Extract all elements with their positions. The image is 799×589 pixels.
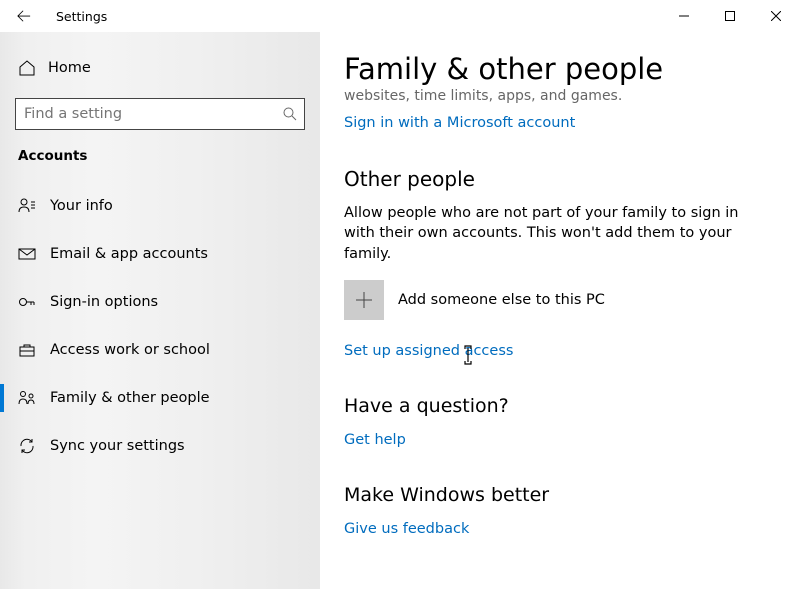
sidebar-item-email[interactable]: Email & app accounts bbox=[0, 230, 320, 278]
search-input[interactable] bbox=[15, 98, 305, 130]
page-title: Family & other people bbox=[344, 52, 759, 86]
sidebar-item-label: Access work or school bbox=[50, 342, 210, 358]
sidebar: Home Accounts Your info Email & app acco… bbox=[0, 32, 320, 589]
question-heading: Have a question? bbox=[344, 395, 759, 417]
category-label: Accounts bbox=[0, 148, 320, 164]
other-people-heading: Other people bbox=[344, 167, 759, 191]
assigned-access-link[interactable]: Set up assigned access bbox=[344, 343, 513, 359]
sidebar-item-label: Sign-in options bbox=[50, 294, 158, 310]
sidebar-item-label: Your info bbox=[50, 198, 113, 214]
sidebar-item-label: Family & other people bbox=[50, 390, 210, 406]
person-icon bbox=[18, 197, 36, 215]
sidebar-item-your-info[interactable]: Your info bbox=[0, 182, 320, 230]
sidebar-item-sync[interactable]: Sync your settings bbox=[0, 422, 320, 470]
plus-icon bbox=[344, 280, 384, 320]
sidebar-item-work-school[interactable]: Access work or school bbox=[0, 326, 320, 374]
close-icon bbox=[771, 11, 781, 21]
sidebar-item-signin[interactable]: Sign-in options bbox=[0, 278, 320, 326]
home-icon bbox=[18, 59, 36, 77]
maximize-icon bbox=[725, 11, 735, 21]
window-title: Settings bbox=[56, 9, 107, 24]
key-icon bbox=[18, 293, 36, 311]
sidebar-item-family[interactable]: Family & other people bbox=[0, 374, 320, 422]
other-people-desc: Allow people who are not part of your fa… bbox=[344, 203, 759, 264]
add-person-button[interactable]: Add someone else to this PC bbox=[344, 280, 759, 320]
add-person-label: Add someone else to this PC bbox=[398, 292, 605, 308]
search-icon bbox=[283, 107, 297, 121]
briefcase-icon bbox=[18, 341, 36, 359]
content-pane: Family & other people websites, time lim… bbox=[320, 32, 799, 589]
family-icon bbox=[18, 389, 36, 407]
home-label: Home bbox=[48, 60, 91, 76]
get-help-link[interactable]: Get help bbox=[344, 432, 406, 448]
minimize-icon bbox=[679, 11, 689, 21]
better-heading: Make Windows better bbox=[344, 484, 759, 506]
feedback-link[interactable]: Give us feedback bbox=[344, 521, 469, 537]
partial-description: websites, time limits, apps, and games. bbox=[344, 88, 759, 104]
close-button[interactable] bbox=[753, 0, 799, 32]
sidebar-item-label: Email & app accounts bbox=[50, 246, 208, 262]
maximize-button[interactable] bbox=[707, 0, 753, 32]
sync-icon bbox=[18, 437, 36, 455]
home-button[interactable]: Home bbox=[0, 48, 320, 88]
titlebar: Settings bbox=[0, 0, 799, 32]
signin-link[interactable]: Sign in with a Microsoft account bbox=[344, 115, 575, 131]
mail-icon bbox=[18, 245, 36, 263]
sidebar-item-label: Sync your settings bbox=[50, 438, 185, 454]
minimize-button[interactable] bbox=[661, 0, 707, 32]
back-button[interactable] bbox=[0, 0, 48, 32]
arrow-left-icon bbox=[17, 9, 31, 23]
